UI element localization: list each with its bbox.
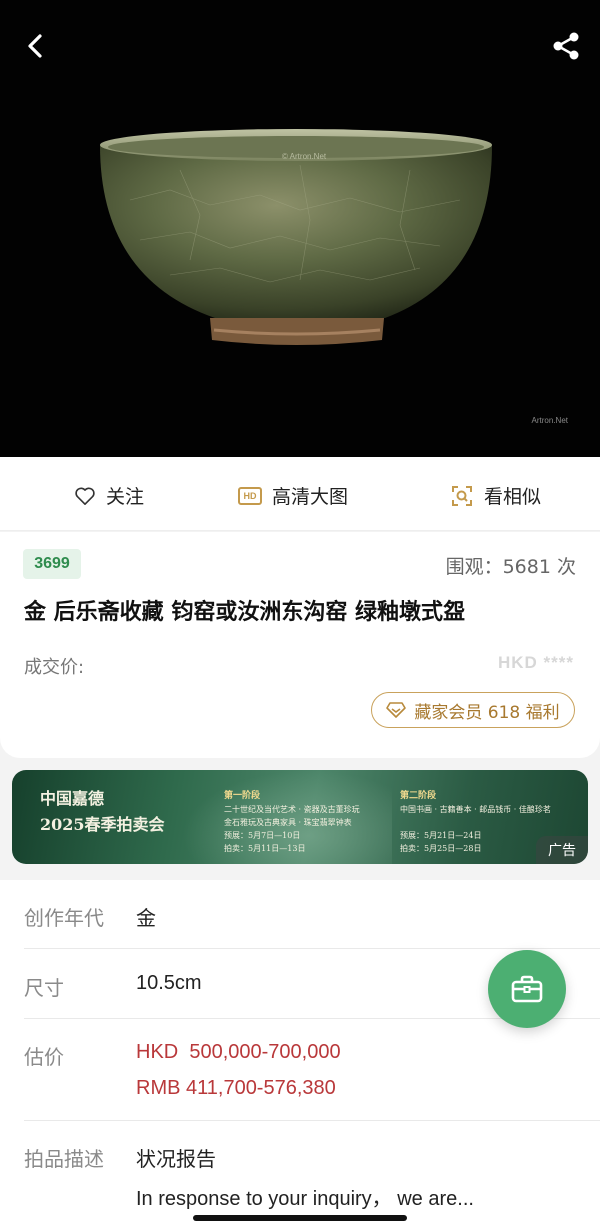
ad-stage-title: 第二阶段 — [400, 791, 437, 801]
lot-info-card: 3699 围观：5681 次 金 后乐斋收藏 钧窑或汝洲东沟窑 绿釉墩式盌 成交… — [0, 532, 600, 758]
description-label: 拍品描述 — [24, 1147, 104, 1171]
ad-stage-text: 拍卖：5月11日—13日 — [224, 844, 306, 853]
hd-image-button[interactable]: HD 高清大图 — [238, 482, 348, 509]
vip-offer-button[interactable]: 藏家会员 618 福利 — [371, 692, 575, 728]
follow-button[interactable]: 关注 — [74, 482, 144, 509]
detail-row-era: 创作年代 金 — [24, 880, 600, 949]
back-button[interactable] — [18, 28, 54, 64]
views-label: 围观： — [445, 556, 503, 578]
briefcase-fab-button[interactable] — [488, 950, 566, 1028]
ad-stage-text: 拍卖：5月25日—28日 — [400, 844, 482, 853]
era-value: 金 — [136, 906, 156, 930]
lot-details: 创作年代 金 尺寸 10.5cm 估价 HKD 500,000-700,000 … — [0, 880, 600, 1229]
estimate-rmb: RMB 411,700-576,380 — [136, 1077, 336, 1099]
ad-stage-text: 二十世纪及当代艺术 · 瓷器及古董珍玩 — [224, 805, 360, 814]
ad-brand: 中国嘉德 2025春季拍卖会 — [40, 786, 165, 838]
ad-banner[interactable]: 中国嘉德 2025春季拍卖会 第一阶段 二十世纪及当代艺术 · 瓷器及古董珍玩 … — [12, 770, 588, 864]
ad-spacer — [400, 816, 551, 829]
lot-image[interactable]: © Artron.Net Artron.Net — [0, 0, 600, 457]
ad-stage-text: 金石雅玩及古典家具 · 珠宝翡翠钟表 — [224, 818, 352, 827]
diamond-icon — [386, 702, 407, 718]
watermark: Artron.Net — [531, 416, 568, 425]
vip-offer-label: 藏家会员 618 福利 — [414, 702, 560, 723]
heart-icon — [75, 487, 95, 505]
hd-image-label: 高清大图 — [272, 486, 349, 508]
briefcase-icon — [511, 975, 543, 1003]
detail-row-estimate: 估价 HKD 500,000-700,000 RMB 411,700-576,3… — [24, 1019, 600, 1121]
scan-search-icon — [452, 485, 472, 506]
ad-stage-one: 第一阶段 二十世纪及当代艺术 · 瓷器及古董珍玩 金石雅玩及古典家具 · 珠宝翡… — [224, 790, 360, 855]
detail-row-description[interactable]: 拍品描述 状况报告 In response to your inquiry， w… — [24, 1121, 600, 1229]
deal-price-value: HKD **** — [497, 653, 574, 672]
ad-stage-text: 预展：5月21日—24日 — [400, 831, 482, 840]
size-value: 10.5cm — [136, 972, 202, 994]
era-label: 创作年代 — [24, 906, 104, 930]
view-count: 围观：5681 次 — [446, 552, 576, 579]
lot-title: 金 后乐斋收藏 钧窑或汝洲东沟窑 绿釉墩式盌 — [24, 600, 465, 625]
deal-price-label: 成交价: — [24, 657, 85, 678]
ad-brand-name: 中国嘉德 — [40, 789, 105, 808]
description-title: 状况报告 — [136, 1147, 216, 1171]
ad-event-name: 2025春季拍卖会 — [40, 815, 165, 834]
estimate-label: 估价 — [24, 1045, 64, 1069]
action-row: 关注 HD 高清大图 看相似 — [0, 457, 600, 531]
ad-label: 广告 — [536, 836, 588, 864]
estimate-hkd: HKD 500,000-700,000 — [136, 1041, 341, 1063]
watermark: © Artron.Net — [282, 152, 327, 161]
views-count: 5681 次 — [502, 556, 576, 578]
ad-stage-title: 第一阶段 — [224, 791, 261, 801]
share-icon — [553, 32, 579, 60]
ad-stage-text: 预展：5月7日—10日 — [224, 831, 301, 840]
chevron-left-icon — [28, 34, 42, 58]
ad-stage-text: 中国书画 · 古籍善本 · 邮品钱币 · 佳酿珍茗 — [400, 805, 551, 814]
share-button[interactable] — [548, 28, 584, 64]
size-label: 尺寸 — [24, 976, 64, 1000]
home-indicator[interactable] — [193, 1215, 407, 1221]
hd-icon: HD — [238, 486, 262, 505]
ad-stage-two: 第二阶段 中国书画 · 古籍善本 · 邮品钱币 · 佳酿珍茗 预展：5月21日—… — [400, 790, 551, 855]
find-similar-button[interactable]: 看相似 — [450, 482, 541, 509]
description-text: In response to your inquiry， we are... — [136, 1188, 474, 1210]
follow-label: 关注 — [106, 486, 145, 508]
find-similar-label: 看相似 — [484, 486, 542, 508]
lot-number-badge: 3699 — [23, 549, 81, 579]
celadon-bowl-image — [100, 129, 492, 345]
